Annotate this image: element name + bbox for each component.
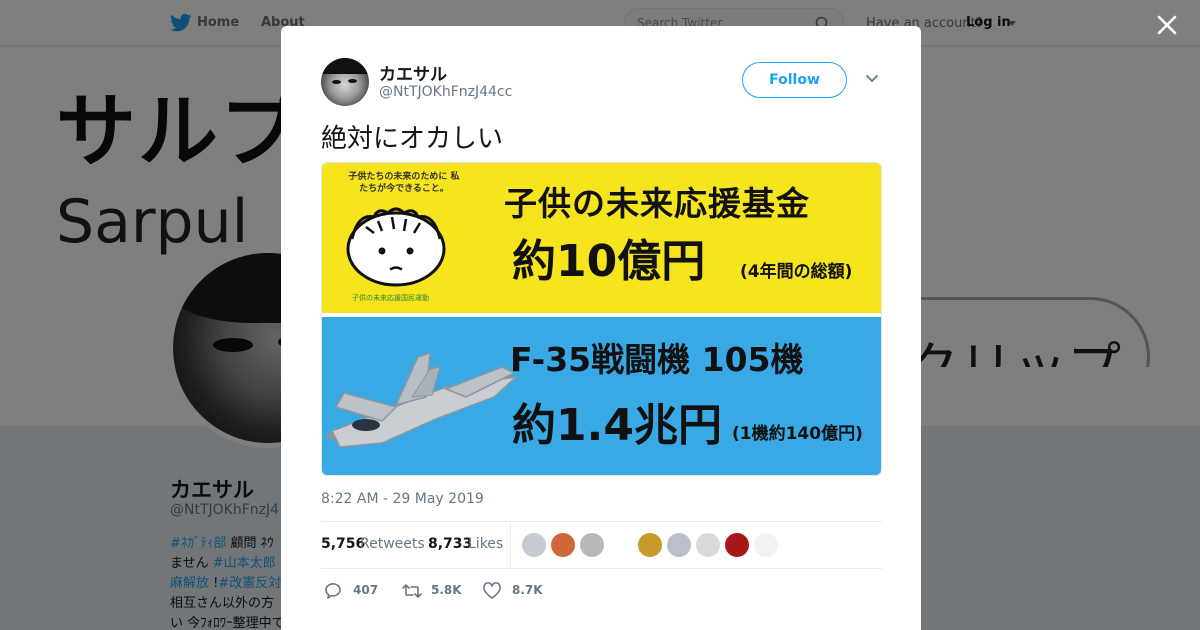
fund-title: 子供の未来応援基金 [504, 184, 810, 223]
reply-icon [325, 583, 341, 599]
liker-avatar[interactable] [609, 533, 633, 557]
liker-avatar[interactable] [522, 533, 546, 557]
image-slogan: 子供たちの未来のために 私たちが今できること。 [348, 172, 460, 194]
like-label[interactable]: Likes [468, 536, 503, 552]
tweet-modal: カエサル @NtTJOKhFnzJ44cc Follow 絶対にオカしい 子供た… [281, 26, 921, 630]
liker-avatar[interactable] [638, 533, 662, 557]
avatar-eye-shape [332, 80, 341, 84]
f35-note: (1機約140億円) [732, 424, 863, 444]
author-name[interactable]: カエサル [379, 60, 447, 85]
close-icon[interactable] [1152, 10, 1182, 40]
retweet-label[interactable]: Retweets [360, 536, 425, 552]
fund-note: (4年間の総額) [740, 262, 853, 282]
retweet-icon [402, 584, 422, 598]
reply-count: 407 [353, 583, 379, 597]
liker-avatar[interactable] [696, 533, 720, 557]
tweet-image[interactable]: 子供たちの未来のために 私たちが今できること。 子供の未来応援国民運動 子供の未… [321, 162, 882, 476]
liker-avatar[interactable] [551, 533, 575, 557]
f35-amount: 約1.4兆円 [512, 400, 722, 451]
like-count[interactable]: 8,733 [428, 536, 472, 552]
f35-title: F-35戦闘機 105機 [510, 340, 804, 379]
stats-separator [510, 523, 511, 567]
retweet-count[interactable]: 5,756 [321, 536, 365, 552]
divider [321, 521, 882, 522]
retweet-action-count: 5.8K [431, 583, 462, 597]
campaign-logo: 子供の未来応援国民運動 [352, 294, 429, 302]
avatar-eye-shape [348, 79, 357, 83]
panel-divider [322, 313, 881, 317]
liker-avatar[interactable] [580, 533, 604, 557]
tweet-timestamp[interactable]: 8:22 AM - 29 May 2019 [321, 491, 484, 507]
heart-icon [483, 582, 501, 599]
liker-avatar[interactable] [725, 533, 749, 557]
child-face-illustration [346, 207, 446, 287]
avatar-hair-shape [321, 58, 369, 74]
liker-avatar[interactable] [667, 533, 691, 557]
fund-amount: 約10億円 [512, 236, 706, 287]
author-handle[interactable]: @NtTJOKhFnzJ44cc [379, 84, 512, 100]
like-action-count: 8.7K [512, 583, 543, 597]
chevron-down-icon[interactable] [865, 74, 879, 84]
divider [321, 568, 882, 569]
liker-avatar[interactable] [754, 533, 778, 557]
author-avatar[interactable] [321, 58, 369, 106]
fighter-jet-illustration [326, 351, 519, 448]
follow-button[interactable]: Follow [742, 62, 847, 98]
tweet-text: 絶対にオカしい [321, 124, 504, 154]
